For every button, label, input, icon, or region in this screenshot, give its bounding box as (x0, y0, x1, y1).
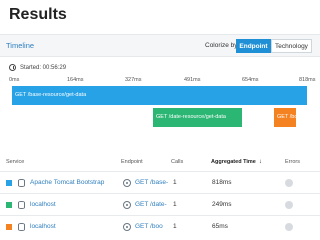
timeline-track: GET /base-resource/get-data GET /date-re… (12, 86, 308, 132)
header-endpoint[interactable]: Endpoint (121, 159, 143, 165)
colorize-endpoint-button[interactable]: Endpoint (236, 39, 271, 53)
service-name[interactable]: localhost (30, 201, 56, 208)
table-row[interactable]: localhost GET /boo 1 65ms (0, 215, 320, 237)
color-swatch (6, 202, 12, 208)
tick-label: 491ms (184, 77, 201, 83)
timeline-span[interactable]: GET /bo (274, 108, 296, 127)
database-icon (18, 179, 25, 187)
table-row[interactable]: Apache Tomcat Bootstrap GET /base- 1 818… (0, 171, 320, 193)
timeline-toolbar: Timeline Colorize by Endpoint Technology (0, 34, 320, 57)
tick-label: 164ms (67, 77, 84, 83)
endpoint-icon (123, 201, 131, 209)
time-value: 818ms (212, 179, 232, 186)
table-header: Service Endpoint Calls Aggregated Time ↓ … (0, 155, 320, 169)
database-icon (18, 223, 25, 231)
colorize-label: Colorize by (205, 42, 238, 49)
started-time: Started: 00:56:29 (9, 64, 66, 71)
calls-value: 1 (173, 223, 177, 230)
tick-label: 818ms (299, 77, 316, 83)
table-row[interactable]: localhost GET /date- 1 249ms (0, 193, 320, 215)
color-swatch (6, 180, 12, 186)
endpoint-name[interactable]: GET /base- (135, 179, 168, 186)
timeline-span[interactable]: GET /base-resource/get-data (12, 86, 307, 105)
errors-icon (285, 179, 293, 187)
colorize-technology-button[interactable]: Technology (271, 39, 312, 53)
page-title: Results (9, 6, 67, 23)
time-value: 65ms (212, 223, 228, 230)
database-icon (18, 201, 25, 209)
service-name[interactable]: Apache Tomcat Bootstrap (30, 179, 104, 186)
endpoint-name[interactable]: GET /boo (135, 223, 163, 230)
timeline-label: Timeline (6, 41, 35, 50)
timeline-axis: 0ms 164ms 327ms 491ms 654ms 818ms (0, 77, 320, 85)
endpoint-name[interactable]: GET /date- (135, 201, 167, 208)
sort-down-icon: ↓ (258, 159, 262, 165)
errors-icon (285, 201, 293, 209)
tick-label: 327ms (125, 77, 142, 83)
header-service[interactable]: Service (6, 159, 24, 165)
color-swatch (6, 224, 12, 230)
header-errors[interactable]: Errors (285, 159, 300, 165)
clock-icon (9, 64, 16, 71)
endpoint-icon (123, 223, 131, 231)
errors-icon (285, 223, 293, 231)
endpoint-icon (123, 179, 131, 187)
tick-label: 654ms (242, 77, 259, 83)
header-calls[interactable]: Calls (171, 159, 183, 165)
calls-value: 1 (173, 201, 177, 208)
header-aggregated-time-label: Aggregated Time (211, 159, 256, 165)
tick-label: 0ms (9, 77, 20, 83)
calls-value: 1 (173, 179, 177, 186)
started-label: Started: 00:56:29 (20, 64, 67, 71)
timeline-span[interactable]: GET /date-resource/get-data (153, 108, 242, 127)
time-value: 249ms (212, 201, 232, 208)
service-name[interactable]: localhost (30, 223, 56, 230)
header-aggregated-time[interactable]: Aggregated Time ↓ (211, 159, 262, 165)
